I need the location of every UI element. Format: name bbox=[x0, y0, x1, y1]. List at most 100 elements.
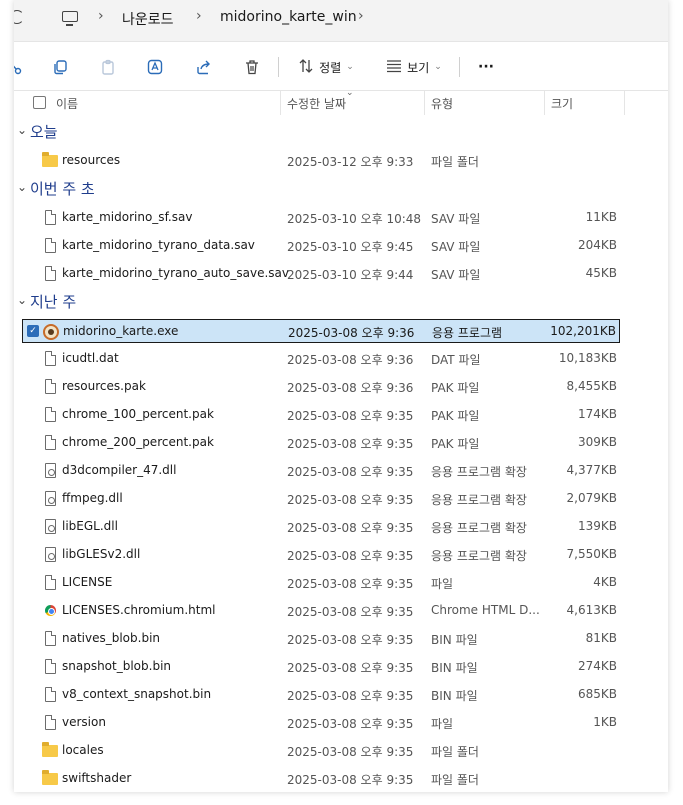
row-checkbox[interactable]: ✓ bbox=[27, 325, 39, 337]
delete-icon[interactable] bbox=[240, 55, 264, 79]
file-row[interactable]: ✓ midorino_karte.exe 2025-03-08 오후 9:36 응용 … bbox=[22, 319, 620, 343]
file-row[interactable]: d3dcompiler_47.dll 2025-03-08 오후 9:35 응용 프… bbox=[22, 459, 620, 483]
file-row[interactable]: LICENSES.chromium.html 2025-03-08 오후 9:35… bbox=[22, 599, 620, 623]
dll-icon bbox=[45, 463, 56, 478]
file-date-modified: 2025-03-08 오후 9:35 bbox=[287, 717, 414, 731]
sort-indicator-icon: ⌄ bbox=[346, 88, 354, 98]
file-size: 4,613KB bbox=[566, 603, 617, 617]
group-title: 지난 주 bbox=[30, 293, 77, 311]
file-type: PAK 파일 bbox=[431, 437, 480, 451]
address-bar[interactable]: › 나운로드 › midorino_karte_win › bbox=[14, 0, 668, 42]
group-header[interactable]: ⌄ 오늘 bbox=[14, 120, 654, 144]
file-row[interactable]: karte_midorino_sf.sav 2025-03-10 오후 10:48… bbox=[22, 206, 620, 230]
column-divider[interactable] bbox=[424, 91, 425, 115]
breadcrumb-downloads[interactable]: 나운로드 bbox=[122, 9, 174, 29]
file-icon bbox=[45, 351, 56, 366]
select-all-checkbox[interactable] bbox=[33, 96, 46, 109]
file-icon bbox=[45, 575, 56, 590]
file-row[interactable]: locales 2025-03-08 오후 9:35 파일 폴더 bbox=[22, 739, 620, 763]
file-type: 응용 프로그램 bbox=[432, 326, 503, 340]
chevron-down-icon: ⌄ bbox=[346, 62, 354, 72]
file-row[interactable]: icudtl.dat 2025-03-08 오후 9:36 DAT 파일 10,183… bbox=[22, 347, 620, 371]
file-row[interactable]: chrome_200_percent.pak 2025-03-08 오후 9:35… bbox=[22, 431, 620, 455]
file-row[interactable]: resources 2025-03-12 오후 9:33 파일 폴더 bbox=[22, 149, 620, 173]
file-row[interactable]: karte_midorino_tyrano_data.sav 2025-03-10… bbox=[22, 234, 620, 258]
file-row[interactable]: karte_midorino_tyrano_auto_save.sav 2025-… bbox=[22, 262, 620, 286]
file-icon bbox=[45, 631, 56, 646]
share-icon[interactable] bbox=[192, 55, 216, 79]
view-button[interactable]: 보기 ⌄ bbox=[382, 55, 446, 79]
file-row[interactable]: version 2025-03-08 오후 9:35 파일 1KB bbox=[22, 711, 620, 735]
file-date-modified: 2025-03-08 오후 9:35 bbox=[287, 521, 414, 535]
file-type: 파일 폴더 bbox=[431, 745, 479, 759]
file-row[interactable]: LICENSE 2025-03-08 오후 9:35 파일 4KB bbox=[22, 571, 620, 595]
sort-button[interactable]: 정렬 ⌄ bbox=[294, 55, 358, 79]
paste-icon[interactable] bbox=[96, 55, 120, 79]
file-type: 응용 프로그램 확장 bbox=[431, 493, 527, 507]
file-row[interactable]: libEGL.dll 2025-03-08 오후 9:35 응용 프로그램 확장 13… bbox=[22, 515, 620, 539]
file-icon bbox=[45, 687, 56, 702]
file-name: ffmpeg.dll bbox=[62, 491, 123, 505]
file-size: 7,550KB bbox=[566, 547, 617, 561]
column-type[interactable]: 유형 bbox=[431, 95, 453, 112]
breadcrumb-chevron-icon[interactable]: › bbox=[358, 8, 364, 24]
file-date-modified: 2025-03-08 오후 9:35 bbox=[287, 661, 414, 675]
column-date-modified[interactable]: 수정한 날짜 bbox=[287, 95, 346, 112]
file-date-modified: 2025-03-10 오후 10:48 bbox=[287, 212, 422, 226]
copy-icon[interactable] bbox=[48, 55, 72, 79]
cut-icon[interactable] bbox=[14, 55, 26, 79]
file-row[interactable]: chrome_100_percent.pak 2025-03-08 오후 9:35… bbox=[22, 403, 620, 427]
file-row[interactable]: resources.pak 2025-03-08 오후 9:36 PAK 파일 8,4… bbox=[22, 375, 620, 399]
column-divider[interactable] bbox=[280, 91, 281, 115]
file-name: karte_midorino_sf.sav bbox=[62, 210, 193, 224]
breadcrumb-chevron-icon[interactable]: › bbox=[196, 8, 202, 24]
app-icon bbox=[43, 324, 59, 340]
group-header[interactable]: ⌄ 지난 주 bbox=[14, 290, 654, 314]
group-collapse-chevron-icon[interactable]: ⌄ bbox=[17, 293, 27, 307]
file-size: 204KB bbox=[577, 238, 617, 252]
this-pc-icon[interactable] bbox=[62, 11, 78, 26]
column-divider[interactable] bbox=[544, 91, 545, 115]
column-name[interactable]: 이름 bbox=[56, 95, 78, 112]
view-icon bbox=[386, 58, 402, 77]
file-name: d3dcompiler_47.dll bbox=[62, 463, 177, 477]
group-header[interactable]: ⌄ 이번 주 초 bbox=[14, 177, 654, 201]
file-type: 응용 프로그램 확장 bbox=[431, 521, 527, 535]
file-row[interactable]: v8_context_snapshot.bin 2025-03-08 오후 9:3… bbox=[22, 683, 620, 707]
file-explorer-window: › 나운로드 › midorino_karte_win › 정렬 ⌄ 보기 ⌄ … bbox=[14, 0, 668, 792]
file-date-modified: 2025-03-08 오후 9:35 bbox=[287, 493, 414, 507]
rename-icon[interactable] bbox=[143, 55, 167, 79]
file-name: locales bbox=[62, 743, 104, 757]
group-title: 오늘 bbox=[30, 123, 58, 141]
file-row[interactable]: swiftshader 2025-03-08 오후 9:35 파일 폴더 bbox=[22, 767, 620, 791]
group-collapse-chevron-icon[interactable]: ⌄ bbox=[17, 123, 27, 137]
file-row[interactable]: snapshot_blob.bin 2025-03-08 오후 9:35 BIN 파… bbox=[22, 655, 620, 679]
file-type: 파일 폴더 bbox=[431, 155, 479, 169]
file-name: LICENSE bbox=[62, 575, 113, 589]
file-name: libEGL.dll bbox=[62, 519, 118, 533]
file-size: 2,079KB bbox=[566, 491, 617, 505]
group-collapse-chevron-icon[interactable]: ⌄ bbox=[17, 180, 27, 194]
file-type: SAV 파일 bbox=[431, 240, 481, 254]
view-label: 보기 bbox=[407, 60, 430, 75]
file-date-modified: 2025-03-08 오후 9:35 bbox=[287, 773, 414, 787]
more-options-button[interactable]: ··· bbox=[472, 55, 500, 79]
file-name: karte_midorino_tyrano_data.sav bbox=[62, 238, 255, 252]
file-icon bbox=[45, 715, 56, 730]
breadcrumb-chevron-icon[interactable]: › bbox=[98, 8, 104, 24]
file-size: 8,455KB bbox=[566, 379, 617, 393]
breadcrumb-current-folder[interactable]: midorino_karte_win bbox=[220, 9, 357, 25]
file-size: 309KB bbox=[577, 435, 617, 449]
file-row[interactable]: libGLESv2.dll 2025-03-08 오후 9:35 응용 프로그램 확… bbox=[22, 543, 620, 567]
file-icon bbox=[45, 435, 56, 450]
refresh-icon[interactable] bbox=[14, 10, 24, 24]
folder-icon bbox=[42, 742, 58, 757]
sort-icon bbox=[298, 58, 314, 77]
file-row[interactable]: natives_blob.bin 2025-03-08 오후 9:35 BIN 파일… bbox=[22, 627, 620, 651]
column-header: 이름 ⌄ 수정한 날짜 유형 크기 bbox=[14, 88, 668, 115]
column-divider[interactable] bbox=[624, 91, 625, 115]
file-type: BIN 파일 bbox=[431, 689, 478, 703]
column-size[interactable]: 크기 bbox=[551, 95, 573, 112]
file-size: 274KB bbox=[577, 659, 617, 673]
file-row[interactable]: ffmpeg.dll 2025-03-08 오후 9:35 응용 프로그램 확장 2,… bbox=[22, 487, 620, 511]
